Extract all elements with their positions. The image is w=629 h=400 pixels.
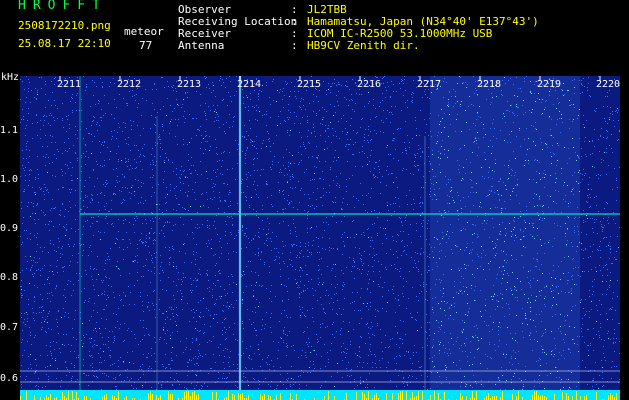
y-tick: 1.1 (0, 125, 19, 136)
y-axis-unit: kHz (1, 72, 20, 83)
x-tick: 2215 (297, 79, 322, 90)
datetime: 25.08.17 22:10 (18, 37, 111, 50)
spectrogram-canvas (20, 76, 620, 400)
app-logo: HROFFT (18, 0, 107, 13)
x-tick: 2216 (357, 79, 382, 90)
x-tick: 2211 (57, 79, 82, 90)
right-margin (620, 76, 629, 400)
filename: 2508172210.png (18, 19, 111, 32)
y-tick: 1.0 (0, 174, 19, 185)
antenna-colon: : (291, 39, 298, 52)
antenna-value: HB9CV Zenith dir. (307, 39, 420, 52)
noise-band (430, 76, 580, 400)
x-tick: 2217 (417, 79, 442, 90)
antenna-label: Antenna (178, 39, 225, 52)
spectrogram[interactable] (20, 76, 620, 400)
y-tick: 0.8 (0, 272, 19, 283)
x-tick: 2219 (537, 79, 562, 90)
meteor-label: meteor (124, 25, 164, 38)
meteor-count: 77 (139, 39, 153, 52)
y-tick: 0.7 (0, 322, 19, 333)
x-tick: 2213 (177, 79, 202, 90)
x-tick: 2218 (477, 79, 502, 90)
y-tick: 0.6 (0, 373, 19, 384)
header-panel: HROFFT 2508172210.png 25.08.17 22:10 met… (0, 0, 629, 72)
x-tick: 2214 (237, 79, 262, 90)
baseline-bar (20, 390, 620, 400)
x-tick: 2212 (117, 79, 142, 90)
y-tick: 0.9 (0, 223, 19, 234)
x-tick: 2220 (596, 79, 621, 90)
